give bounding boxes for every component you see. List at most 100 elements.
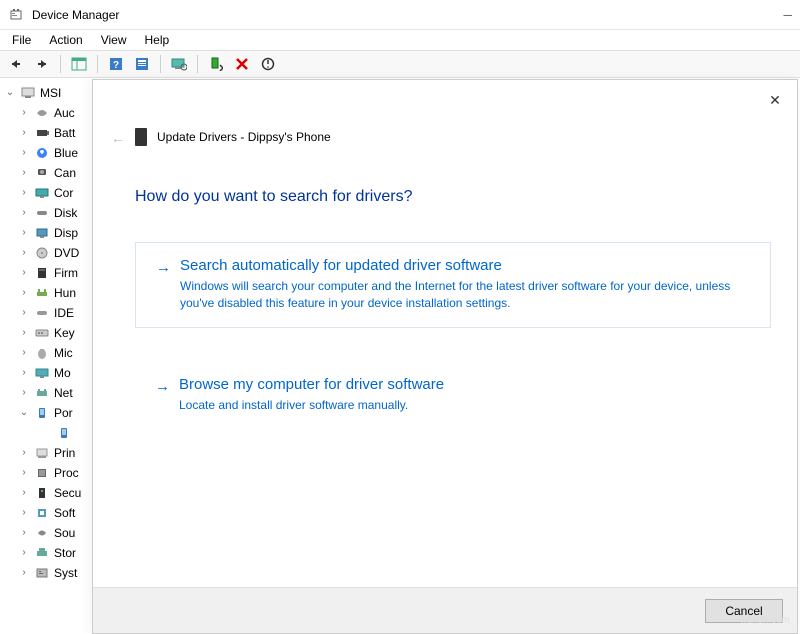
- expand-icon[interactable]: ›: [18, 323, 30, 343]
- menu-help[interactable]: Help: [139, 31, 176, 49]
- show-hide-tree-button[interactable]: [67, 53, 91, 75]
- dialog-back-button[interactable]: ←: [111, 130, 125, 146]
- category-icon: [34, 205, 50, 221]
- back-button[interactable]: [4, 53, 28, 75]
- expand-icon[interactable]: ›: [18, 123, 30, 143]
- tree-item-label: Hun: [54, 283, 76, 303]
- tree-item-label: Mo: [54, 363, 71, 383]
- expand-icon[interactable]: ›: [18, 383, 30, 403]
- category-icon: [34, 105, 50, 121]
- close-button[interactable]: ✕: [763, 88, 787, 112]
- option-title: Browse my computer for driver software: [179, 376, 751, 393]
- tree-item-label: Net: [54, 383, 73, 403]
- update-drivers-dialog: ✕ ← Update Drivers - Dippsy's Phone How …: [92, 79, 798, 634]
- properties-button[interactable]: [130, 53, 154, 75]
- category-icon: [34, 545, 50, 561]
- expand-icon[interactable]: ›: [18, 263, 30, 283]
- svg-text:?: ?: [113, 60, 119, 71]
- expand-icon[interactable]: ›: [18, 503, 30, 523]
- expand-icon[interactable]: ›: [18, 283, 30, 303]
- expand-icon[interactable]: ›: [18, 543, 30, 563]
- tree-item-label: Key: [54, 323, 75, 343]
- tree-item-label: Disp: [54, 223, 78, 243]
- collapse-icon[interactable]: ⌄: [4, 83, 16, 103]
- toolbar: ?: [0, 50, 800, 78]
- option-browse-computer[interactable]: → Browse my computer for driver software…: [135, 362, 771, 428]
- category-icon: [34, 145, 50, 161]
- option-description: Locate and install driver software manua…: [179, 397, 751, 414]
- category-icon: [34, 385, 50, 401]
- toolbar-separator: [197, 55, 198, 73]
- expand-icon[interactable]: ›: [18, 203, 30, 223]
- expand-icon[interactable]: ⌄: [18, 403, 30, 423]
- update-driver-button[interactable]: [204, 53, 228, 75]
- category-icon: [34, 305, 50, 321]
- expand-icon[interactable]: ›: [18, 223, 30, 243]
- category-icon: [34, 345, 50, 361]
- category-icon: [34, 185, 50, 201]
- menu-view[interactable]: View: [95, 31, 133, 49]
- toolbar-separator: [160, 55, 161, 73]
- minimize-button[interactable]: ─: [783, 8, 792, 22]
- tree-item-label: IDE: [54, 303, 74, 323]
- category-icon: [34, 565, 50, 581]
- computer-icon: [20, 85, 36, 101]
- expand-icon[interactable]: ›: [18, 523, 30, 543]
- category-icon: [34, 265, 50, 281]
- tree-item-label: Proc: [54, 463, 79, 483]
- category-icon: [34, 485, 50, 501]
- tree-item-label: Blue: [54, 143, 78, 163]
- tree-item-label: Cor: [54, 183, 73, 203]
- expand-icon[interactable]: ›: [18, 243, 30, 263]
- menu-file[interactable]: File: [6, 31, 37, 49]
- expand-icon[interactable]: ›: [18, 563, 30, 583]
- arrow-right-icon: →: [156, 259, 170, 313]
- option-description: Windows will search your computer and th…: [180, 278, 750, 313]
- phone-icon: [56, 425, 72, 441]
- category-icon: [34, 325, 50, 341]
- category-icon: [34, 465, 50, 481]
- category-icon: [34, 525, 50, 541]
- option-search-automatically[interactable]: → Search automatically for updated drive…: [135, 242, 771, 328]
- category-icon: [34, 245, 50, 261]
- expand-icon[interactable]: ›: [18, 483, 30, 503]
- expand-icon[interactable]: ›: [18, 143, 30, 163]
- expand-icon[interactable]: ›: [18, 463, 30, 483]
- app-icon: [8, 7, 24, 23]
- category-icon: [34, 125, 50, 141]
- category-icon: [34, 285, 50, 301]
- menu-action[interactable]: Action: [43, 31, 88, 49]
- tree-item-label: Auc: [54, 103, 75, 123]
- expand-icon[interactable]: ›: [18, 303, 30, 323]
- option-title: Search automatically for updated driver …: [180, 257, 750, 274]
- tree-item-label: Soft: [54, 503, 75, 523]
- tree-item-label: Prin: [54, 443, 75, 463]
- tree-item-label: Disk: [54, 203, 77, 223]
- expand-icon[interactable]: ›: [18, 103, 30, 123]
- dialog-heading: How do you want to search for drivers?: [135, 188, 412, 206]
- help-button[interactable]: ?: [104, 53, 128, 75]
- forward-button[interactable]: [30, 53, 54, 75]
- watermark: wsxdn.com: [740, 615, 790, 626]
- tree-item-label: Sou: [54, 523, 75, 543]
- expand-icon[interactable]: ›: [18, 363, 30, 383]
- tree-item-label: DVD: [54, 243, 79, 263]
- category-icon: [34, 165, 50, 181]
- arrow-right-icon: →: [155, 378, 169, 414]
- device-icon: [135, 128, 147, 146]
- expand-icon[interactable]: ›: [18, 183, 30, 203]
- toolbar-separator: [60, 55, 61, 73]
- disable-button[interactable]: [256, 53, 280, 75]
- tree-item-label: Firm: [54, 263, 78, 283]
- category-icon: [34, 365, 50, 381]
- scan-hardware-button[interactable]: [167, 53, 191, 75]
- uninstall-button[interactable]: [230, 53, 254, 75]
- tree-item-label: Secu: [54, 483, 81, 503]
- expand-icon[interactable]: ›: [18, 443, 30, 463]
- toolbar-separator: [97, 55, 98, 73]
- expand-icon[interactable]: ›: [18, 163, 30, 183]
- category-icon: [34, 405, 50, 421]
- expand-icon[interactable]: ›: [18, 343, 30, 363]
- tree-item-label: Mic: [54, 343, 73, 363]
- tree-item-label: Can: [54, 163, 76, 183]
